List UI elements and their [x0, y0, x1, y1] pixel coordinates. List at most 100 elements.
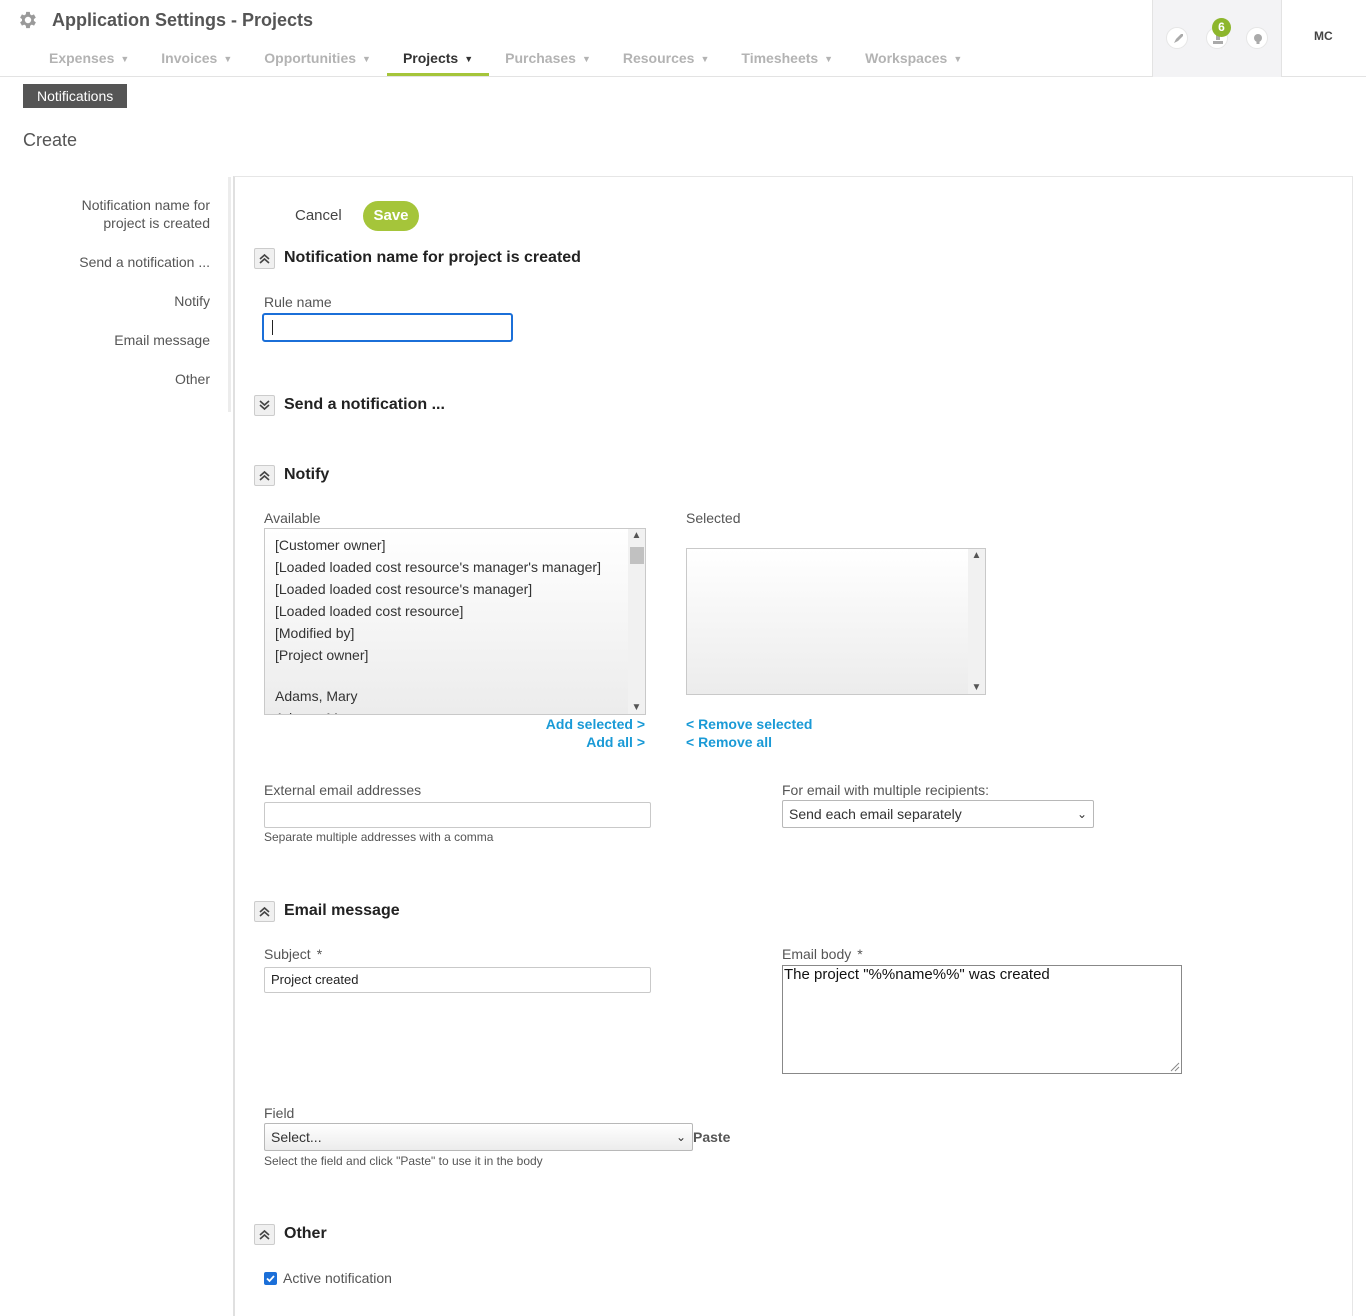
- side-nav-item-notify[interactable]: Notify: [40, 292, 210, 310]
- section-title-email: Email message: [284, 902, 400, 919]
- rule-name-label: Rule name: [264, 294, 332, 310]
- available-listbox[interactable]: [Customer owner] [Loaded loaded cost res…: [264, 528, 646, 715]
- caret-down-icon: ▼: [581, 54, 591, 64]
- collapse-section-button[interactable]: [254, 465, 275, 486]
- collapse-section-button[interactable]: [254, 248, 275, 269]
- resize-handle-icon[interactable]: [1168, 1060, 1180, 1072]
- subject-label-text: Subject: [264, 946, 311, 962]
- selected-listbox[interactable]: ▲ ▼: [686, 548, 986, 695]
- selected-scrollbar[interactable]: ▲ ▼: [968, 549, 985, 694]
- email-body-label: Email body *: [782, 946, 863, 962]
- list-item[interactable]: [Project owner]: [265, 644, 645, 666]
- nav-invoices[interactable]: Invoices ▼: [145, 44, 248, 76]
- rocket-icon[interactable]: [1166, 27, 1188, 49]
- collapse-section-button[interactable]: [254, 901, 275, 922]
- side-nav-item-name[interactable]: Notification name for project is created: [40, 196, 210, 232]
- external-email-label: External email addresses: [264, 782, 422, 798]
- user-avatar[interactable]: MC: [1314, 29, 1333, 43]
- section-title-name: Notification name for project is created: [284, 249, 581, 266]
- page-title: Create: [23, 130, 78, 150]
- scroll-thumb[interactable]: [630, 547, 644, 564]
- nav-projects[interactable]: Projects ▼: [386, 44, 490, 76]
- caret-down-icon: ▼: [824, 54, 834, 64]
- scroll-up-icon[interactable]: ▲: [968, 550, 985, 561]
- list-item[interactable]: Adams, Mary: [265, 707, 645, 714]
- selected-label: Selected: [686, 510, 741, 526]
- double-chevron-up-icon: [259, 253, 270, 264]
- email-body-textarea[interactable]: The project "%%name%%" was created: [782, 965, 1182, 1074]
- nav-label: Opportunities: [264, 50, 357, 66]
- side-nav-item-other[interactable]: Other: [40, 370, 210, 388]
- list-item[interactable]: [Customer owner]: [265, 534, 645, 556]
- nav-label: Workspaces: [865, 50, 948, 66]
- caret-down-icon: ▼: [120, 54, 130, 64]
- available-list: [Customer owner] [Loaded loaded cost res…: [265, 529, 645, 714]
- chevron-down-icon: ⌄: [675, 1130, 686, 1144]
- side-nav-scrollbar[interactable]: [228, 177, 231, 412]
- field-select[interactable]: Select... ⌄: [264, 1123, 693, 1151]
- list-item[interactable]: [Modified by]: [265, 622, 645, 644]
- multi-recipient-label: For email with multiple recipients:: [782, 782, 989, 798]
- chevron-down-icon: ⌄: [1076, 807, 1087, 821]
- multi-recipient-value: Send each email separately: [789, 806, 962, 822]
- scroll-down-icon[interactable]: ▼: [628, 702, 645, 713]
- caret-down-icon: ▼: [700, 54, 710, 64]
- list-item[interactable]: [Loaded loaded cost resource's manager's…: [265, 556, 645, 578]
- nav-resources[interactable]: Resources ▼: [607, 44, 726, 76]
- rule-name-input[interactable]: [262, 313, 513, 342]
- add-all-link[interactable]: Add all >: [586, 734, 645, 750]
- scroll-down-icon[interactable]: ▼: [968, 682, 985, 693]
- double-chevron-up-icon: [259, 906, 270, 917]
- save-button[interactable]: Save: [363, 201, 419, 231]
- email-body-value: The project "%%name%%" was created: [784, 966, 1050, 983]
- remove-selected-link[interactable]: < Remove selected: [686, 716, 812, 732]
- expand-section-button[interactable]: [254, 395, 275, 416]
- nav-label: Timesheets: [741, 50, 819, 66]
- nav-timesheets[interactable]: Timesheets ▼: [725, 44, 849, 76]
- required-mark: *: [316, 946, 323, 962]
- double-chevron-up-icon: [259, 470, 270, 481]
- nav-purchases[interactable]: Purchases ▼: [489, 44, 607, 76]
- double-chevron-down-icon: [259, 400, 270, 411]
- caret-down-icon: ▼: [464, 54, 474, 64]
- multi-recipient-select[interactable]: Send each email separately ⌄: [782, 800, 1094, 828]
- scroll-up-icon[interactable]: ▲: [628, 530, 645, 541]
- list-item[interactable]: [Loaded loaded cost resource]: [265, 600, 645, 622]
- main-nav: Expenses ▼ Invoices ▼ Opportunities ▼ Proje…: [33, 44, 978, 76]
- caret-down-icon: ▼: [223, 54, 233, 64]
- field-hint: Select the field and click "Paste" to us…: [264, 1154, 543, 1168]
- nav-label: Purchases: [505, 50, 576, 66]
- available-scrollbar[interactable]: ▲ ▼: [628, 529, 645, 714]
- nav-label: Projects: [402, 50, 459, 66]
- side-nav-item-email[interactable]: Email message: [40, 331, 210, 349]
- external-email-input[interactable]: [264, 802, 651, 828]
- remove-all-link[interactable]: < Remove all: [686, 734, 772, 750]
- notification-count-badge[interactable]: 6: [1212, 18, 1231, 37]
- app-title: Application Settings - Projects: [52, 10, 314, 30]
- subject-input[interactable]: Project created: [264, 967, 651, 993]
- nav-label: Expenses: [49, 50, 115, 66]
- active-notification-label[interactable]: Active notification: [283, 1270, 392, 1286]
- side-nav-item-send[interactable]: Send a notification ...: [40, 253, 210, 271]
- field-label: Field: [264, 1105, 295, 1121]
- active-notification-checkbox[interactable]: [264, 1272, 277, 1285]
- email-body-label-text: Email body: [782, 946, 852, 962]
- nav-expenses[interactable]: Expenses ▼: [33, 44, 145, 76]
- lightbulb-icon[interactable]: [1246, 27, 1268, 49]
- external-email-hint: Separate multiple addresses with a comma: [264, 830, 494, 844]
- list-item[interactable]: [Loaded loaded cost resource's manager]: [265, 578, 645, 600]
- nav-workspaces[interactable]: Workspaces ▼: [849, 44, 978, 76]
- notifications-tab[interactable]: Notifications: [23, 84, 128, 108]
- add-selected-link[interactable]: Add selected >: [546, 716, 645, 732]
- collapse-section-button[interactable]: [254, 1224, 275, 1245]
- paste-button[interactable]: Paste: [693, 1129, 730, 1145]
- text-cursor: [272, 320, 273, 335]
- section-title-notify: Notify: [284, 466, 330, 483]
- available-label: Available: [264, 510, 321, 526]
- checkmark-icon: [266, 1275, 275, 1283]
- nav-opportunities[interactable]: Opportunities ▼: [248, 44, 387, 76]
- caret-down-icon: ▼: [362, 54, 371, 64]
- cancel-button[interactable]: Cancel: [295, 207, 342, 224]
- gear-icon: [20, 11, 36, 29]
- list-item[interactable]: Adams, Mary: [265, 685, 645, 707]
